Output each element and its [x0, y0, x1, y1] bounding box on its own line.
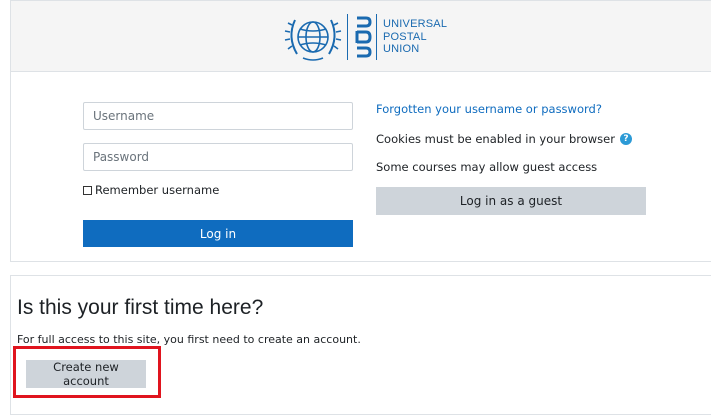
forgot-password-link[interactable]: Forgotten your username or password? [376, 102, 602, 116]
upu-emblem-icon [284, 19, 342, 61]
logo-line-1: UNIVERSAL [383, 18, 448, 31]
upu-letters-icon [355, 16, 372, 58]
logo-line-3: UNION [383, 43, 420, 56]
logo-line-2: POSTAL [383, 30, 427, 43]
password-input[interactable] [83, 143, 353, 171]
username-input[interactable] [83, 102, 353, 130]
help-icon[interactable]: ? [619, 133, 632, 145]
first-time-title: Is this your first time here? [17, 296, 264, 319]
remember-checkbox[interactable] [83, 185, 92, 195]
logo-divider [347, 14, 348, 60]
guest-login-button[interactable]: Log in as a guest [376, 187, 646, 215]
cookies-text: Cookies must be enabled in your browser [376, 132, 615, 146]
logo-divider-2 [376, 14, 377, 60]
logo-text: UNIVERSAL POSTAL UNION [383, 18, 447, 56]
login-button[interactable]: Log in [83, 220, 353, 247]
highlight-box [13, 346, 161, 398]
remember-label: Remember username [95, 183, 220, 197]
cookies-notice: Cookies must be enabled in your browser … [376, 132, 632, 146]
remember-username[interactable]: Remember username [83, 183, 219, 197]
guest-access-text: Some courses may allow guest access [376, 160, 598, 174]
upu-logo: UNIVERSAL POSTAL UNION [283, 9, 447, 65]
login-card: UNIVERSAL POSTAL UNION Remember username… [10, 0, 711, 262]
site-header: UNIVERSAL POSTAL UNION [11, 1, 711, 72]
first-time-description: For full access to this site, you first … [17, 333, 361, 346]
